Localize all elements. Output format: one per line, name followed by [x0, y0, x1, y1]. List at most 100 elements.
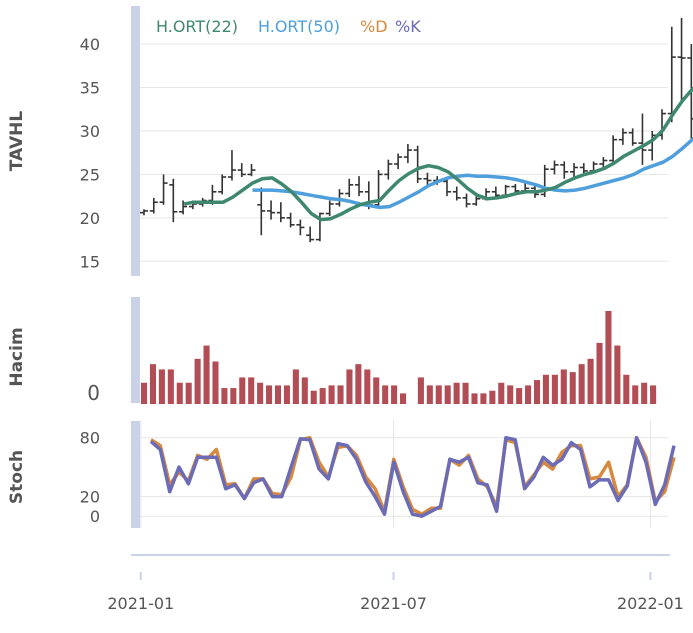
chart-svg: TAVHL Hacim Stoch 152025303540020800 H.O…	[7, 6, 693, 613]
stoch-panel-title: Stoch	[7, 450, 27, 504]
volume-bar	[560, 369, 567, 404]
ohlc-candle	[403, 144, 412, 164]
stoch-y-tick-label: 0	[90, 507, 100, 526]
volume-bar	[578, 364, 585, 404]
ohlc-candle	[306, 226, 315, 243]
ohlc-candle	[413, 145, 422, 184]
x-tick-label: 2022-01	[617, 594, 684, 613]
volume-bar	[230, 388, 237, 404]
volume-bar	[605, 311, 612, 404]
ohlc-candle	[169, 178, 178, 223]
price-panel-axis-bar	[131, 6, 140, 276]
volume-bar	[141, 382, 148, 404]
volume-bar	[212, 361, 219, 404]
ohlc-candle	[218, 174, 227, 195]
volume-bar	[185, 382, 192, 404]
ohlc-candle	[345, 178, 354, 198]
ohlc-candle	[560, 161, 569, 179]
volume-bar	[266, 385, 273, 404]
ohlc-candle	[237, 163, 246, 178]
volume-y-tick-label: 0	[87, 381, 100, 405]
volume-bar	[444, 385, 451, 404]
volume-bar	[248, 377, 255, 404]
volume-bar	[525, 385, 532, 404]
legend: H.ORT(22) H.ORT(50) %D %K	[156, 17, 421, 36]
ohlc-candle	[267, 200, 276, 220]
volume-bar	[257, 382, 264, 404]
volume-bar	[507, 385, 514, 404]
volume-bar	[614, 345, 621, 404]
volume-bar	[641, 382, 648, 404]
volume-bar	[355, 364, 362, 404]
stoch-panel-axis-bar	[131, 421, 140, 528]
volume-bar	[435, 385, 442, 404]
volume-bar	[319, 388, 326, 404]
volume-bar	[426, 385, 433, 404]
volume-bar	[310, 390, 317, 404]
volume-bar	[569, 372, 576, 404]
volume-bar	[158, 369, 165, 404]
volume-bar	[471, 393, 478, 404]
volume-bar	[542, 374, 549, 404]
price-y-tick-label: 30	[80, 122, 100, 141]
ma22-line	[183, 86, 693, 222]
legend-stoch-d: %D	[360, 17, 388, 36]
volume-bar	[391, 385, 398, 404]
ohlc-candle	[286, 212, 295, 228]
ohlc-candle	[159, 174, 168, 205]
ohlc-candle	[550, 160, 559, 175]
ohlc-candle	[296, 219, 305, 236]
volume-bar	[587, 358, 594, 404]
volume-bar	[274, 385, 282, 404]
volume-bar	[516, 388, 523, 404]
volume-bar	[301, 377, 308, 404]
volume-bar	[373, 377, 380, 404]
ohlc-candle	[355, 176, 364, 197]
volume-bar	[346, 369, 353, 404]
stoch-y-tick-label: 80	[80, 429, 100, 448]
price-y-tick-label: 35	[80, 79, 100, 98]
volume-bar	[632, 385, 639, 404]
stoch-y-tick-label: 20	[80, 488, 100, 507]
volume-panel-title: Hacim	[7, 327, 27, 386]
price-y-tick-label: 15	[80, 252, 100, 271]
volume-bar	[203, 345, 210, 404]
volume-bar	[176, 382, 183, 404]
volume-bar	[453, 382, 460, 404]
volume-bar	[551, 374, 558, 404]
volume-bar	[489, 390, 496, 404]
volume-bar	[194, 358, 201, 404]
volume-bar	[239, 377, 246, 404]
ohlc-candle	[140, 209, 148, 216]
ohlc-candle	[677, 18, 686, 101]
ohlc-candles	[140, 18, 693, 243]
volume-bar	[283, 385, 290, 404]
x-tick-labels: 2021-01 2021-07 2022-01	[107, 572, 684, 613]
ohlc-candle	[384, 159, 393, 180]
volume-bar	[149, 364, 157, 404]
volume-panel-axis-bar	[131, 297, 140, 403]
legend-stoch-k: %K	[395, 17, 421, 36]
volume-bar	[382, 385, 389, 404]
volume-bar	[337, 385, 344, 404]
volume-bar	[364, 369, 371, 404]
x-tick-label: 2021-07	[360, 594, 427, 613]
ohlc-candle	[227, 150, 236, 181]
ohlc-candle	[648, 130, 657, 161]
ohlc-candle	[325, 200, 334, 217]
ohlc-candle	[394, 153, 403, 170]
legend-ma22: H.ORT(22)	[156, 17, 238, 36]
stoch-d-line	[150, 435, 676, 516]
volume-bar	[292, 369, 299, 404]
volume-bars	[141, 311, 657, 404]
price-y-tick-label: 20	[80, 209, 100, 228]
ohlc-candle	[638, 113, 647, 165]
volume-bar	[417, 377, 424, 404]
volume-bar	[167, 369, 174, 404]
x-tick-label: 2021-01	[107, 594, 174, 613]
ohlc-candle	[257, 187, 266, 236]
ohlc-candle	[452, 186, 461, 201]
volume-bar	[221, 388, 228, 404]
ohlc-candle	[149, 197, 158, 214]
price-y-tick-label: 25	[80, 165, 100, 184]
